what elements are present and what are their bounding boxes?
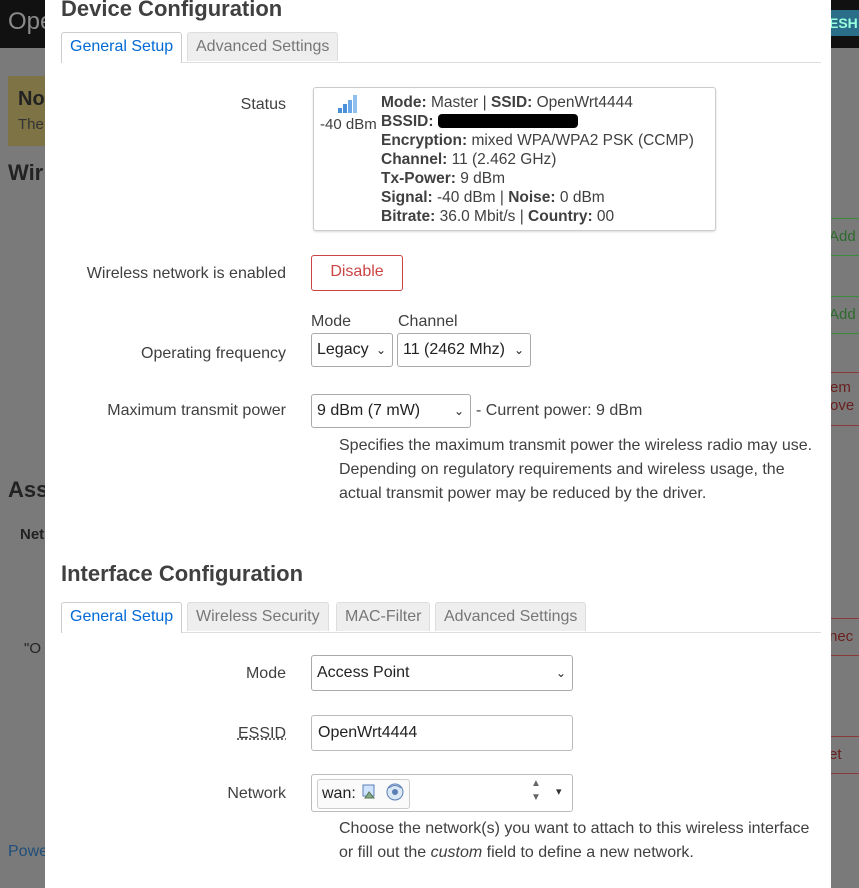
channel-caption: Channel bbox=[398, 313, 458, 330]
notice-text: The bbox=[18, 116, 44, 133]
section-associated: Ass bbox=[8, 477, 49, 502]
device-config-title: Device Configuration bbox=[61, 0, 283, 21]
network-chip-label: wan: bbox=[322, 785, 356, 802]
wifi-icon bbox=[386, 783, 404, 801]
txpower-value: 9 dBm bbox=[460, 170, 506, 187]
mode-select-value: Legacy bbox=[317, 341, 369, 358]
encryption-key: Encryption: bbox=[381, 132, 468, 149]
channel-value: 11 (2.462 GHz) bbox=[451, 151, 557, 168]
frequency-label: Operating frequency bbox=[141, 345, 286, 362]
mode-key: Mode: bbox=[381, 94, 427, 111]
reset-button[interactable]: et bbox=[828, 736, 859, 774]
remove-button[interactable]: em ove bbox=[829, 372, 859, 426]
txpower-select-value: 9 dBm (7 mW) bbox=[317, 402, 421, 419]
iface-mode-value: Access Point bbox=[317, 664, 410, 681]
interface-tabs: General Setup Wireless Security MAC-Filt… bbox=[61, 602, 821, 633]
table-header-network: Net bbox=[20, 526, 45, 543]
essid-abbr: ESSID bbox=[237, 725, 286, 742]
chevron-down-icon: ⌄ bbox=[555, 666, 566, 680]
section-wireless-overview: Wir bbox=[8, 160, 44, 185]
signal-key: Signal: bbox=[381, 189, 433, 206]
notice-title: No bbox=[18, 88, 45, 110]
ssid-key: SSID: bbox=[490, 94, 533, 111]
mode-label: Mode bbox=[245, 665, 286, 682]
ethernet-icon bbox=[362, 784, 376, 799]
status-label: Status bbox=[240, 96, 286, 113]
bitrate-key: Bitrate: bbox=[381, 208, 436, 225]
tab-mac-filter[interactable]: MAC-Filter bbox=[336, 602, 431, 631]
bssid-key: BSSID: bbox=[381, 113, 434, 130]
status-box: -40 dBm Mode: Master | SSID: OpenWrt4444… bbox=[313, 87, 716, 231]
iface-mode-select[interactable]: Access Point ⌄ bbox=[311, 655, 573, 691]
tab-advanced-settings[interactable]: Advanced Settings bbox=[187, 32, 339, 61]
ssid-value: OpenWrt4444 bbox=[536, 94, 633, 111]
footer-link[interactable]: Powe bbox=[8, 843, 48, 861]
txpower-key: Tx-Power: bbox=[381, 170, 456, 187]
txpower-help: Specifies the maximum transmit power the… bbox=[339, 437, 813, 502]
channel-select[interactable]: 11 (2462 Mhz) ⌄ bbox=[397, 333, 531, 367]
interface-config-title: Interface Configuration bbox=[61, 561, 304, 586]
country-key: Country: bbox=[528, 208, 593, 225]
country-value: 00 bbox=[596, 208, 615, 225]
tab-advanced-settings[interactable]: Advanced Settings bbox=[435, 602, 587, 631]
channel-key: Channel: bbox=[381, 151, 448, 168]
disconnect-button[interactable]: nec bbox=[828, 618, 859, 656]
status-details: Mode: Master | SSID: OpenWrt4444 BSSID: … bbox=[381, 94, 694, 225]
essid-input[interactable]: OpenWrt4444 bbox=[311, 715, 573, 751]
bitrate-value: 36.0 Mbit/s bbox=[439, 208, 516, 225]
chevron-down-icon: ⌄ bbox=[375, 343, 386, 357]
noise-key: Noise: bbox=[508, 189, 556, 206]
spin-arrows-icon[interactable]: ▲ ▼ bbox=[531, 777, 541, 805]
chevron-down-icon: ⌄ bbox=[453, 404, 464, 418]
dropdown-caret-icon[interactable]: ▾ bbox=[556, 785, 562, 798]
txpower-select[interactable]: 9 dBm (7 mW) ⌄ bbox=[311, 394, 471, 428]
current-power: - Current power: 9 dBm bbox=[476, 402, 643, 419]
mode-select[interactable]: Legacy ⌄ bbox=[311, 333, 393, 367]
mode-caption: Mode bbox=[311, 313, 352, 330]
noise-value: 0 dBm bbox=[559, 189, 605, 206]
config-modal: Device Configuration General Setup Advan… bbox=[45, 0, 831, 888]
tab-general-setup[interactable]: General Setup bbox=[61, 32, 183, 63]
network-help-part2: field to define a new network. bbox=[486, 844, 694, 861]
tab-wireless-security[interactable]: Wireless Security bbox=[187, 602, 329, 631]
disable-button[interactable]: Disable bbox=[311, 255, 403, 291]
network-help-em: custom bbox=[430, 844, 483, 861]
network-help: Choose the network(s) you want to attach… bbox=[339, 817, 819, 865]
txpower-label: Maximum transmit power bbox=[107, 402, 286, 419]
tab-general-setup[interactable]: General Setup bbox=[61, 602, 183, 633]
remove-label-1: em bbox=[830, 379, 851, 396]
signal-value: -40 dBm bbox=[436, 189, 496, 206]
add-button[interactable]: Add bbox=[828, 296, 859, 334]
chevron-down-icon: ⌄ bbox=[513, 343, 524, 357]
bssid-redacted bbox=[437, 114, 578, 128]
remove-label-2: ove bbox=[830, 397, 855, 414]
network-select[interactable]: wan: ▲ ▼ ▾ bbox=[311, 774, 573, 812]
enabled-label: Wireless network is enabled bbox=[86, 265, 286, 282]
mode-value: Master bbox=[430, 94, 479, 111]
refresh-indicator[interactable]: ESH bbox=[829, 10, 859, 36]
device-tabs: General Setup Advanced Settings bbox=[61, 32, 821, 63]
encryption-value: mixed WPA/WPA2 PSK (CCMP) bbox=[471, 132, 694, 149]
channel-select-value: 11 (2462 Mhz) bbox=[403, 341, 505, 358]
table-row-placeholder: "O bbox=[24, 640, 41, 657]
add-button[interactable]: Add bbox=[828, 218, 859, 256]
network-chip: wan: bbox=[317, 779, 410, 809]
signal-icon bbox=[338, 95, 357, 113]
network-label: Network bbox=[227, 785, 286, 802]
signal-dbm: -40 dBm bbox=[320, 116, 377, 133]
essid-label: ESSID bbox=[238, 725, 286, 743]
